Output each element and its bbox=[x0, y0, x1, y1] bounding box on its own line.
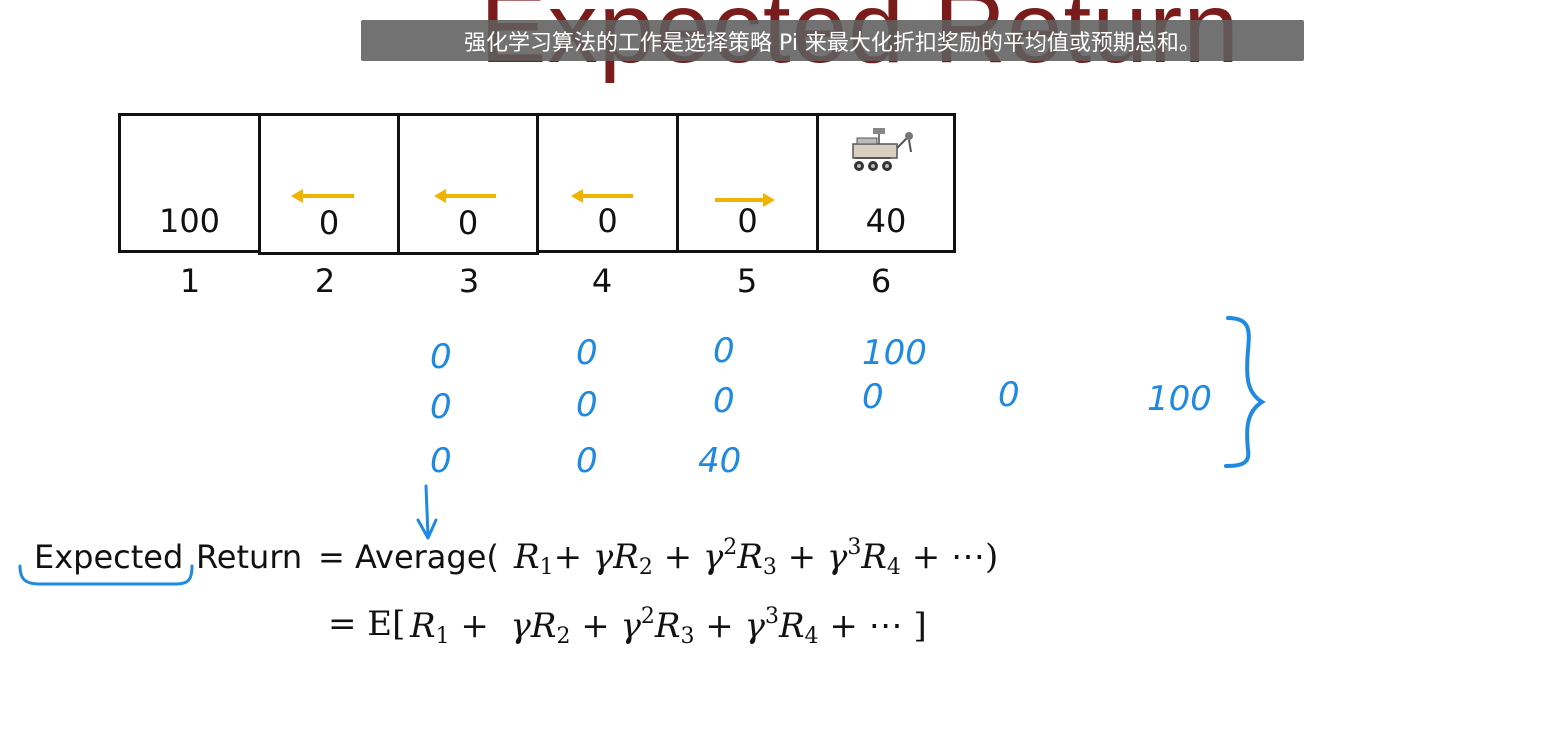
hw-value: 100 bbox=[862, 333, 927, 373]
curly-brace-mark bbox=[1224, 316, 1266, 468]
hw-value: 100 bbox=[1147, 379, 1212, 419]
hw-value: 0 bbox=[430, 337, 452, 377]
hw-value: 40 bbox=[698, 441, 741, 481]
average-label: = Average( bbox=[318, 538, 499, 576]
hw-value: 0 bbox=[430, 387, 452, 427]
hw-value: 0 bbox=[576, 441, 598, 481]
hw-value: 0 bbox=[576, 385, 598, 425]
return-label: Return bbox=[196, 538, 303, 576]
hw-value: 0 bbox=[430, 441, 452, 481]
hw-value: 0 bbox=[713, 381, 735, 421]
hw-value: 0 bbox=[998, 375, 1020, 415]
hw-value: 0 bbox=[713, 331, 735, 371]
expectation-prefix: = E[ bbox=[328, 604, 406, 644]
expected-label: Expected bbox=[34, 538, 184, 576]
return-series-1: R1+ γR2 + γ2R3 + γ3R4 + ⋯) bbox=[514, 535, 999, 580]
hw-value: 0 bbox=[862, 377, 884, 417]
return-series-2: R1 + γR2 + γ2R3 + γ3R4 + ⋯ ] bbox=[410, 604, 927, 649]
hw-value: 0 bbox=[576, 333, 598, 373]
down-arrow-mark bbox=[416, 484, 438, 540]
